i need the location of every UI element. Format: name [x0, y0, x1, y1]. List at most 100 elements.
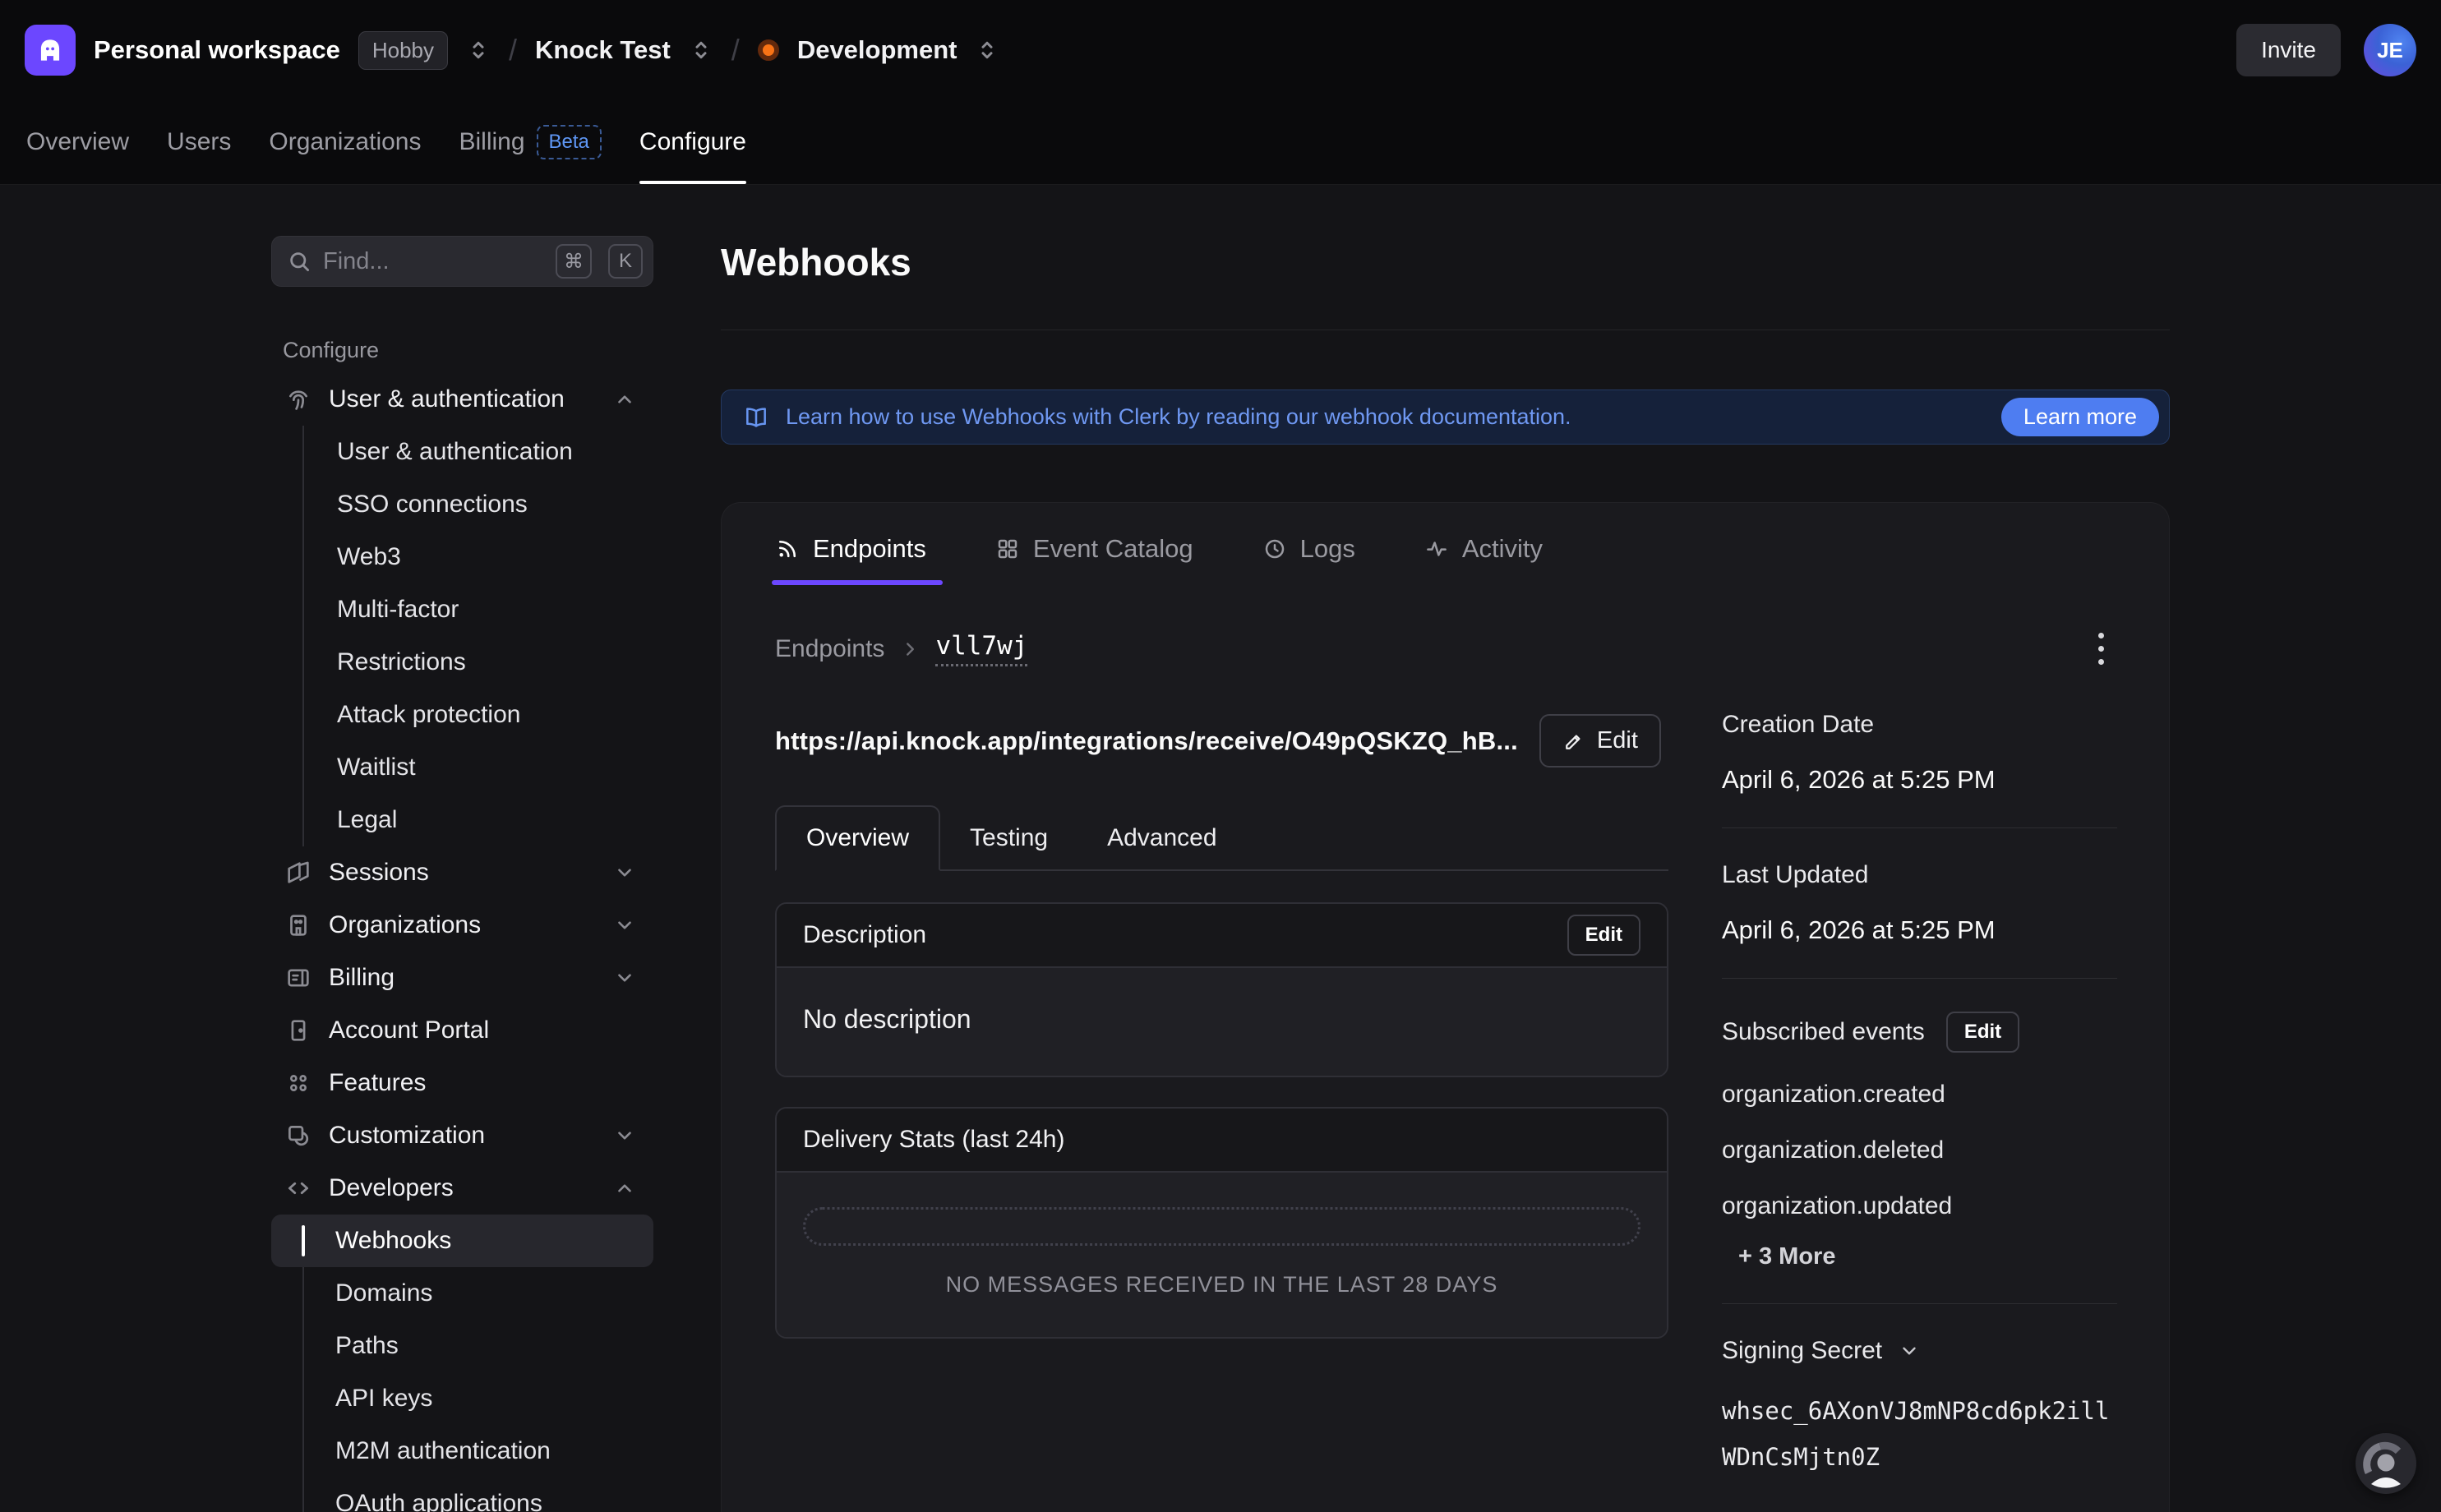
divider	[1722, 978, 2117, 979]
last-updated-label: Last Updated	[1722, 861, 2117, 889]
sidebar-group-label: Account Portal	[329, 1016, 635, 1044]
breadcrumb-slash: /	[509, 33, 517, 67]
endpoint-url-row: https://api.knock.app/integrations/recei…	[775, 714, 1668, 768]
main-nav: Overview Users Organizations Billing Bet…	[0, 100, 2441, 185]
tab-configure[interactable]: Configure	[639, 100, 746, 184]
account-portal-icon	[284, 1016, 312, 1044]
endpoint-url: https://api.knock.app/integrations/recei…	[775, 726, 1518, 756]
tab-configure-label: Configure	[639, 128, 746, 156]
sidebar-group-label: User & authentication	[329, 385, 598, 413]
sidebar-group-features[interactable]: Features	[271, 1057, 653, 1109]
k-key: K	[608, 244, 643, 279]
tab-activity-label: Activity	[1462, 534, 1543, 564]
environment-selector-icon[interactable]	[975, 38, 999, 62]
edit-url-label: Edit	[1597, 727, 1638, 754]
main-content: Webhooks Learn how to use Webhooks with …	[721, 185, 2170, 1512]
sidebar-item-oauth-applications[interactable]: OAuth applications	[271, 1477, 653, 1512]
search-input[interactable]	[323, 248, 544, 275]
sidebar-group-user-authentication[interactable]: User & authentication	[271, 373, 653, 426]
user-avatar[interactable]: JE	[2364, 24, 2416, 76]
developers-sublist: Webhooks Domains Paths API keys M2M auth…	[271, 1215, 653, 1512]
sidebar-item-multi-factor[interactable]: Multi-factor	[304, 583, 653, 636]
pencil-icon	[1562, 730, 1585, 753]
tab-organizations[interactable]: Organizations	[269, 100, 421, 184]
more-events-link[interactable]: + 3 More	[1738, 1243, 2117, 1270]
edit-description-button[interactable]: Edit	[1567, 915, 1640, 956]
sidebar-group-label: Organizations	[329, 911, 598, 939]
tab-activity[interactable]: Activity	[1424, 534, 1548, 564]
sidebar-item-api-keys[interactable]: API keys	[271, 1372, 653, 1425]
subtab-testing[interactable]: Testing	[940, 805, 1077, 871]
edit-url-button[interactable]: Edit	[1539, 714, 1661, 768]
developers-icon	[284, 1174, 312, 1202]
docs-banner: Learn how to use Webhooks with Clerk by …	[721, 390, 2170, 445]
sidebar-group-developers[interactable]: Developers	[271, 1162, 653, 1215]
sidebar-item-attack-protection[interactable]: Attack protection	[304, 689, 653, 741]
sidebar-group-label: Features	[329, 1069, 635, 1097]
signing-secret-toggle[interactable]: Signing Secret	[1722, 1337, 2117, 1365]
workspace-name[interactable]: Personal workspace	[94, 35, 340, 65]
fingerprint-icon	[284, 385, 312, 413]
kebab-menu-icon[interactable]	[2087, 626, 2116, 671]
workspace-logo-icon[interactable]	[25, 25, 76, 76]
environment-name[interactable]: Development	[797, 35, 957, 65]
sidebar-item-sso-connections[interactable]: SSO connections	[304, 478, 653, 531]
billing-icon	[284, 964, 312, 992]
project-selector-icon[interactable]	[689, 38, 713, 62]
event-item: organization.deleted	[1722, 1136, 2117, 1164]
event-item: organization.updated	[1722, 1192, 2117, 1220]
grid-icon	[995, 537, 1020, 561]
signing-secret-label: Signing Secret	[1722, 1337, 1882, 1365]
tab-users[interactable]: Users	[167, 100, 231, 184]
sidebar-group-customization[interactable]: Customization	[271, 1109, 653, 1162]
tab-event-catalog[interactable]: Event Catalog	[995, 534, 1198, 564]
subtab-advanced[interactable]: Advanced	[1077, 805, 1246, 871]
plan-badge: Hobby	[358, 31, 448, 70]
sidebar-item-waitlist[interactable]: Waitlist	[304, 741, 653, 794]
endpoint-subtabs: Overview Testing Advanced	[775, 804, 1668, 871]
beta-badge: Beta	[537, 125, 602, 159]
sidebar-group-billing[interactable]: Billing	[271, 952, 653, 1004]
sidebar-item-paths[interactable]: Paths	[271, 1320, 653, 1372]
chevron-up-icon	[614, 1178, 635, 1199]
sidebar-item-web3[interactable]: Web3	[304, 531, 653, 583]
project-name[interactable]: Knock Test	[535, 35, 671, 65]
edit-events-button[interactable]: Edit	[1946, 1012, 2019, 1053]
tab-overview[interactable]: Overview	[26, 100, 129, 184]
sidebar-group-sessions[interactable]: Sessions	[271, 846, 653, 899]
sidebar-group-organizations[interactable]: Organizations	[271, 899, 653, 952]
webhooks-card: Endpoints Event Catalog Logs Activity En…	[721, 502, 2170, 1512]
tab-endpoints[interactable]: Endpoints	[775, 534, 931, 564]
subtab-overview[interactable]: Overview	[775, 805, 940, 871]
endpoint-id[interactable]: vll7wj	[935, 631, 1027, 666]
book-open-icon	[743, 404, 769, 431]
sidebar-item-legal[interactable]: Legal	[304, 794, 653, 846]
invite-button[interactable]: Invite	[2236, 24, 2341, 76]
sidebar-item-domains[interactable]: Domains	[271, 1267, 653, 1320]
endpoint-meta-panel: Creation Date April 6, 2026 at 5:25 PM L…	[1722, 706, 2117, 1480]
creation-date-value: April 6, 2026 at 5:25 PM	[1722, 765, 2117, 795]
banner-text[interactable]: Learn how to use Webhooks with Clerk by …	[786, 404, 1571, 430]
sidebar-item-webhooks[interactable]: Webhooks	[271, 1215, 653, 1267]
sidebar-item-restrictions[interactable]: Restrictions	[304, 636, 653, 689]
workspace-selector-icon[interactable]	[466, 38, 491, 62]
tab-logs-label: Logs	[1300, 534, 1355, 564]
search-box[interactable]: ⌘ K	[271, 236, 653, 287]
customization-icon	[284, 1122, 312, 1150]
sidebar-item-user-authentication[interactable]: User & authentication	[304, 426, 653, 478]
chevron-down-icon	[614, 1125, 635, 1146]
breadcrumb-endpoints-link[interactable]: Endpoints	[775, 635, 884, 663]
search-icon	[287, 249, 311, 274]
learn-more-button[interactable]: Learn more	[2001, 398, 2159, 436]
webhooks-tabs: Endpoints Event Catalog Logs Activity	[775, 534, 2116, 585]
signing-secret-value[interactable]: whsec_6AXonVJ8mNP8cd6pk2illWDnCsMjtn0Z	[1722, 1388, 2116, 1480]
tab-organizations-label: Organizations	[269, 128, 421, 156]
sidebar-item-m2m-authentication[interactable]: M2M authentication	[271, 1425, 653, 1477]
tab-billing[interactable]: Billing Beta	[459, 100, 601, 184]
top-bar: Personal workspace Hobby / Knock Test / …	[0, 0, 2441, 100]
user-widget-button[interactable]	[2356, 1433, 2416, 1494]
sidebar-group-account-portal[interactable]: Account Portal	[271, 1004, 653, 1057]
divider	[1722, 827, 2117, 828]
tab-logs[interactable]: Logs	[1262, 534, 1360, 564]
tab-users-label: Users	[167, 128, 231, 156]
